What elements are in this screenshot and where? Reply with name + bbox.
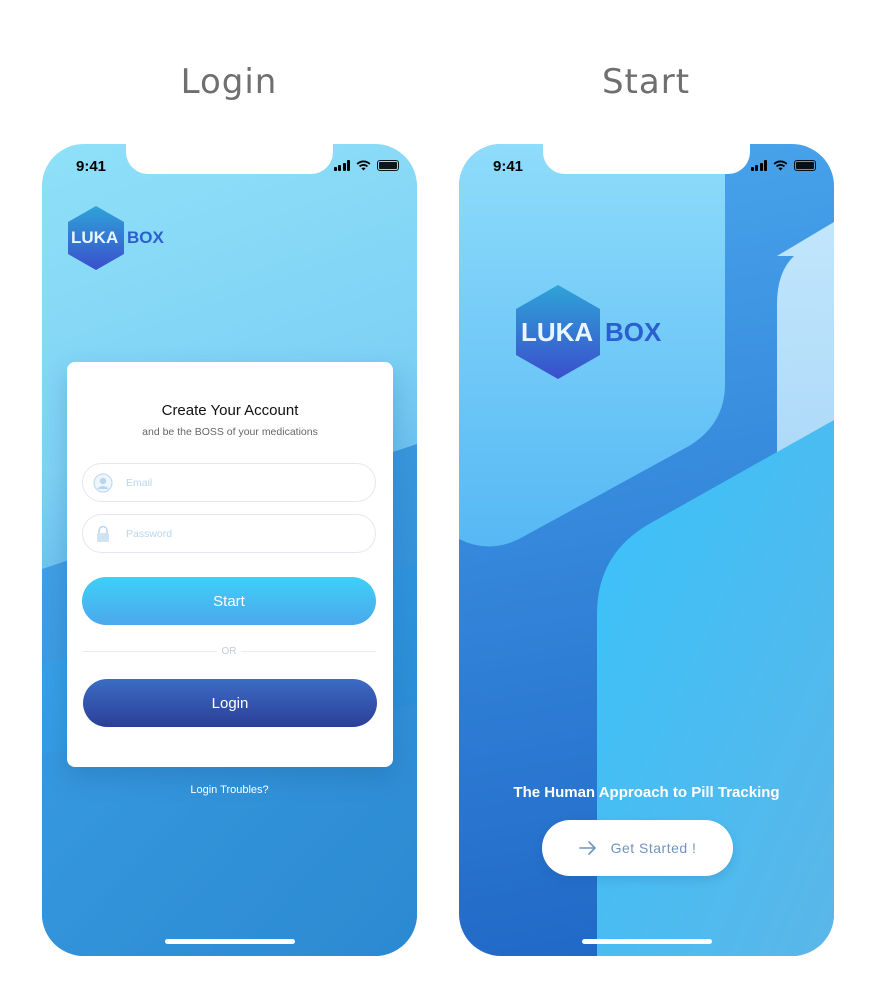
lock-icon bbox=[92, 523, 114, 545]
email-input[interactable] bbox=[126, 476, 356, 489]
logo-box-text: BOX bbox=[605, 316, 662, 347]
battery-icon bbox=[377, 160, 399, 171]
card-subtitle: and be the BOSS of your medications bbox=[142, 426, 318, 438]
status-time: 9:41 bbox=[76, 158, 107, 175]
tagline: The Human Approach to Pill Tracking bbox=[513, 784, 780, 801]
status-time: 9:41 bbox=[493, 158, 524, 175]
wifi-icon bbox=[356, 160, 371, 171]
get-started-button[interactable]: Get Started ! bbox=[542, 820, 733, 876]
logo-luka-text: LUKA bbox=[71, 228, 119, 247]
email-field[interactable] bbox=[82, 463, 376, 502]
battery-icon bbox=[794, 160, 816, 171]
password-input[interactable] bbox=[126, 527, 356, 540]
home-indicator bbox=[582, 939, 712, 944]
logo: LUKA BOX bbox=[515, 284, 661, 380]
phone-start-screen: 9:41 LUKA BOX The Human Approach to Pill… bbox=[459, 144, 834, 956]
create-account-card: Create Your Account and be the BOSS of y… bbox=[67, 362, 393, 767]
logo: LUKA BOX bbox=[67, 205, 164, 271]
notch bbox=[126, 144, 333, 174]
login-troubles-link[interactable]: Login Troubles? bbox=[42, 784, 417, 796]
logo-box-text: BOX bbox=[127, 228, 164, 247]
home-indicator bbox=[165, 939, 295, 944]
phone-login-screen: 9:41 LUKA BOX Create Your Account and be… bbox=[42, 144, 417, 956]
notch bbox=[543, 144, 750, 174]
screen-title-start: Start bbox=[601, 62, 691, 102]
password-field[interactable] bbox=[82, 514, 376, 553]
screen-title-login: Login bbox=[180, 62, 278, 102]
logo-luka-text: LUKA bbox=[521, 317, 594, 347]
showcase-page: Login Start 9:41 LUKA BOX Create Your Ac… bbox=[0, 0, 878, 998]
status-icons bbox=[750, 160, 816, 171]
status-icons bbox=[333, 160, 399, 171]
user-icon bbox=[92, 472, 114, 494]
login-button[interactable]: Login bbox=[83, 679, 377, 727]
or-divider-label: OR bbox=[217, 646, 241, 657]
signal-icon bbox=[333, 160, 350, 171]
get-started-label: Get Started ! bbox=[610, 840, 697, 856]
signal-icon bbox=[750, 160, 767, 171]
arrow-right-icon bbox=[578, 841, 596, 855]
wifi-icon bbox=[773, 160, 788, 171]
card-title: Create Your Account bbox=[161, 402, 299, 419]
start-button[interactable]: Start bbox=[82, 577, 376, 625]
